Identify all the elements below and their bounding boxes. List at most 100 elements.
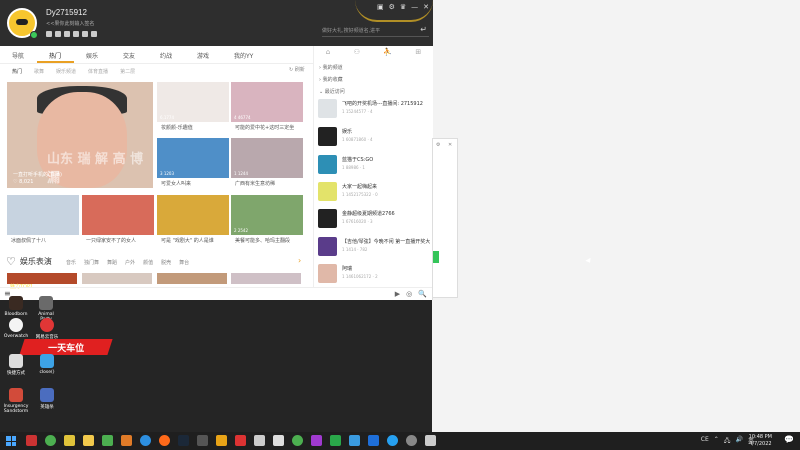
stream-title[interactable]: 可能的爱中花+这时三定坐 [235, 124, 307, 131]
stream-title[interactable]: 可是 "戏剧大" 的人是谁 [161, 237, 233, 244]
app-icon[interactable] [235, 435, 246, 446]
stream-thumb[interactable] [157, 195, 229, 235]
app-icon[interactable] [273, 435, 284, 446]
app-icon[interactable] [45, 435, 56, 446]
tag-dance[interactable]: 舞蹈 [107, 259, 117, 266]
chevron-right-icon[interactable]: › [298, 256, 301, 265]
vip-icon[interactable]: ♛ [400, 3, 406, 11]
subnav-sports[interactable]: 体育直播 [76, 64, 108, 78]
desktop-icon[interactable]: Insurgency Sandstorm [2, 388, 30, 414]
stream-title[interactable]: 妆颜颜-乐趣值 [161, 124, 233, 131]
steam-icon[interactable] [178, 435, 189, 446]
tab-battle[interactable]: 约战 [148, 46, 185, 63]
app-icon[interactable] [121, 435, 132, 446]
stream-thumb[interactable]: 4 46774 [231, 82, 303, 122]
list-item[interactable]: 飞吧的开奖机场---直播间: 2715912 1 15244577 · 4 [318, 99, 432, 121]
stream-thumb[interactable] [7, 195, 79, 235]
tag-shell[interactable]: 脱壳 [161, 259, 171, 266]
app-icon[interactable] [387, 435, 398, 446]
desktop-icon[interactable]: 英雄杀 [33, 388, 61, 410]
stream-thumb[interactable] [82, 273, 152, 284]
tab-hot[interactable]: 热门 [37, 46, 74, 63]
gear-icon[interactable]: ⚙ [436, 142, 440, 148]
desktop-icon[interactable]: 快捷方式 [2, 354, 30, 376]
list-item[interactable]: 金静超级夏期频道2766 1 67616020 · 3 [318, 209, 432, 231]
windows-start-icon[interactable] [6, 436, 16, 446]
stream-thumb[interactable]: 1 1244 [231, 138, 303, 178]
settings-icon[interactable]: ⚙ [389, 3, 395, 11]
tag-outdoor[interactable]: 户外 [125, 259, 135, 266]
tab-my-yy[interactable]: 我的YY [222, 46, 259, 63]
section-my-channels[interactable]: › 我的频道 [319, 64, 343, 71]
tab-nav[interactable]: 导航 [0, 46, 37, 63]
tag-stage[interactable]: 舞台 [179, 259, 189, 266]
stream-thumb[interactable] [82, 195, 154, 235]
folder-icon[interactable] [83, 435, 94, 446]
signature[interactable]: <<果你此刻输入签名 [46, 20, 94, 27]
app-icon[interactable] [64, 435, 75, 446]
app-icon[interactable] [368, 435, 379, 446]
stream-thumb[interactable]: 3 1203 [157, 138, 229, 178]
search-input[interactable]: 做好大礼,搜好频道名,进平 ↵ [322, 24, 429, 37]
target-icon[interactable]: ◎ [406, 290, 412, 298]
desktop-icon[interactable]: 网易云音乐 [33, 318, 61, 340]
tag-looks[interactable]: 颜值 [143, 259, 153, 266]
app-icon[interactable] [349, 435, 360, 446]
app-icon[interactable] [140, 435, 151, 446]
network-icon[interactable]: 🖧 [724, 436, 731, 446]
section-favorites[interactable]: › 我的收藏 [319, 76, 343, 83]
tab-games[interactable]: 游戏 [185, 46, 222, 63]
stream-title[interactable]: 一只绿家安不了的女人 [86, 237, 158, 244]
apps-icon[interactable]: ⊞ [415, 48, 421, 60]
subnav-hot[interactable]: 热门 [0, 64, 22, 78]
refresh-button[interactable]: ↻ 刷新 [289, 66, 305, 73]
stream-title[interactable]: 广西有米生意坊稀 [235, 180, 307, 187]
stream-title[interactable]: 可爱女人叫来 [161, 180, 233, 187]
chrome-icon[interactable] [292, 435, 303, 446]
group-icon[interactable]: ⛹ [383, 48, 392, 60]
promo-thumb[interactable]: 魅力TOP1 [7, 273, 77, 290]
list-item[interactable]: 阿瑞 1 1461062172 · 2 [318, 264, 432, 286]
username[interactable]: Dy2715912 [46, 8, 87, 17]
stream-thumb[interactable]: 2 2542 [231, 195, 303, 235]
app-icon[interactable] [26, 435, 37, 446]
skin-icon[interactable]: ▣ [377, 3, 384, 11]
tag-music[interactable]: 音乐 [66, 259, 76, 266]
video-icon[interactable]: ▶ [395, 290, 400, 298]
firefox-icon[interactable] [159, 435, 170, 446]
list-item[interactable]: 蓝猫于CS:GO 1 88986 · 1 [318, 155, 432, 177]
stream-title[interactable]: 冰面叔佩了十八 [11, 237, 83, 244]
app-icon[interactable] [425, 435, 436, 446]
search-icon[interactable]: 🔍 [418, 290, 427, 298]
tab-social[interactable]: 交友 [111, 46, 148, 63]
ime-indicator[interactable]: CE [701, 436, 709, 446]
list-item[interactable]: 大家一起嗨起来 1 1452175322 · 0 [318, 182, 432, 204]
subnav-dance[interactable]: 歌舞 [22, 64, 44, 78]
featured-stream[interactable]: 山东 瑞 解 高 博 漏 一直打听手机的(直播) ♡ 8,021 [7, 82, 153, 188]
subnav-ent-channel[interactable]: 娱乐频道 [44, 64, 76, 78]
list-item[interactable]: 【吉他/琴弦】今晚不闲 第一直播开奖大 1 1414 · 782 [318, 237, 432, 259]
stream-thumb[interactable] [157, 273, 227, 284]
home-icon[interactable]: ⌂ [326, 48, 330, 60]
enter-icon[interactable]: ↵ [420, 25, 427, 34]
stream-thumb[interactable] [231, 273, 301, 284]
app-icon[interactable] [311, 435, 322, 446]
app-icon[interactable] [216, 435, 227, 446]
clock[interactable]: 10:48 PM 4/7/2022 [749, 434, 772, 448]
section-recent[interactable]: ⌄ 最近访问 [319, 88, 345, 95]
minimize-button[interactable]: — [411, 3, 418, 11]
close-button[interactable]: ✕ [423, 3, 429, 11]
popup-green-button[interactable] [433, 251, 439, 263]
gear-icon[interactable] [406, 435, 417, 446]
stream-title[interactable]: 美餐可能多、哈玛主翻段 [235, 237, 307, 244]
app-icon[interactable] [102, 435, 113, 446]
desktop-icon[interactable]: Bloodborn [2, 296, 30, 317]
friends-icon[interactable]: ⚇ [354, 48, 360, 60]
list-item[interactable]: 娱乐 1 60871860 · 4 [318, 127, 432, 149]
volume-icon[interactable]: 🔊 [736, 436, 743, 446]
chevron-up-icon[interactable]: ⌃ [714, 436, 719, 446]
desktop-icon[interactable]: close() [33, 354, 61, 375]
wechat-icon[interactable] [330, 435, 341, 446]
app-icon[interactable] [254, 435, 265, 446]
subnav-level2[interactable]: 第二层 [108, 64, 135, 78]
